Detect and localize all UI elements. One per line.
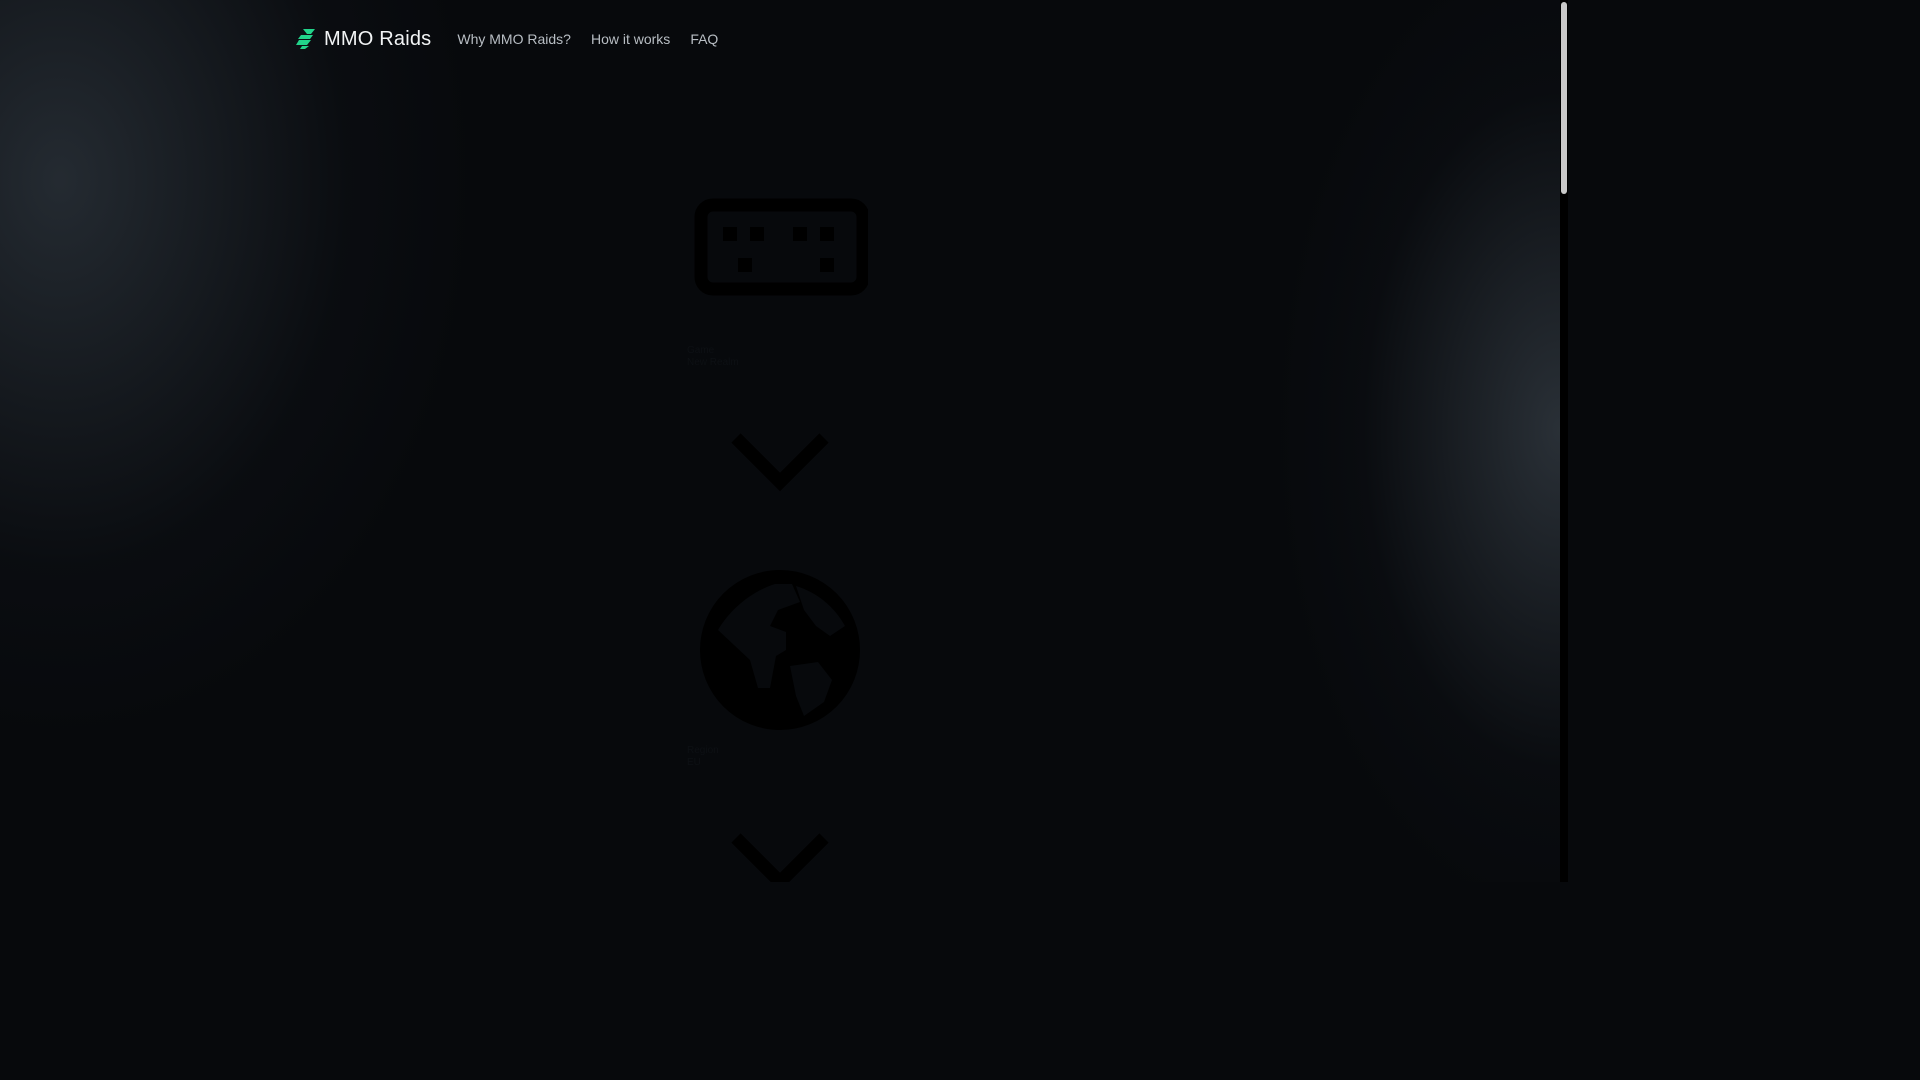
nav-link-why[interactable]: Why MMO Raids? — [457, 31, 571, 47]
region-dropdown-toggle[interactable] — [687, 830, 873, 882]
lightning-bolt-icon — [296, 29, 315, 49]
chevron-down-icon — [731, 833, 829, 882]
region-select[interactable] — [687, 570, 873, 732]
game-controller-icon — [694, 198, 868, 296]
region-value[interactable]: EU — [687, 757, 701, 769]
brand-logo-link[interactable]: MMO Raids — [296, 28, 431, 51]
scrollbar-thumb[interactable] — [1561, 2, 1567, 194]
page: MMO Raids Why MMO Raids? How it works FA… — [0, 0, 1568, 882]
game-label: Game — [687, 345, 715, 356]
top-nav: MMO Raids Why MMO Raids? How it works FA… — [296, 24, 718, 54]
region-label: Region — [687, 745, 719, 756]
game-value[interactable]: New Realm — [687, 357, 739, 369]
globe-icon — [700, 570, 860, 730]
brand-name: MMO Raids — [324, 27, 432, 50]
game-dropdown-toggle[interactable] — [687, 430, 873, 496]
nav-link-faq[interactable]: FAQ — [690, 31, 718, 47]
scrollbar-track[interactable] — [1560, 0, 1568, 882]
nav-link-how-it-works[interactable]: How it works — [591, 31, 670, 47]
chevron-down-icon — [731, 433, 829, 492]
game-select[interactable] — [687, 198, 873, 302]
